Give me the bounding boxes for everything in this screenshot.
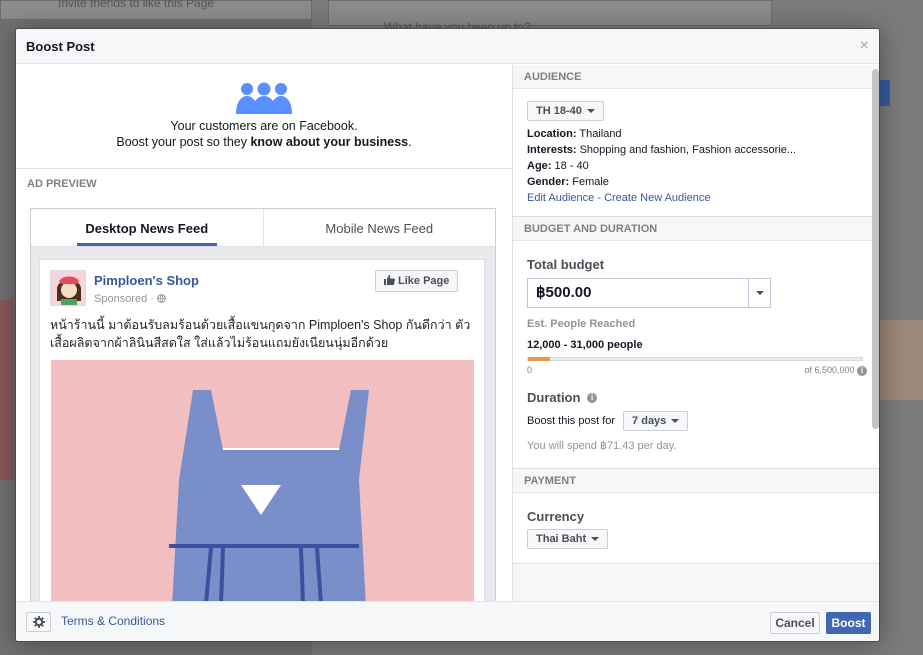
interests-key: Interests: bbox=[527, 144, 577, 156]
hero-line-1: Your customers are on Facebook. bbox=[170, 119, 358, 133]
age-key: Age: bbox=[527, 160, 552, 172]
sponsored-label: Sponsored · bbox=[94, 293, 166, 305]
duration-dropdown[interactable]: 7 days bbox=[623, 410, 689, 431]
reach-value: 12,000 - 31,000 people bbox=[527, 339, 643, 351]
thumbs-up-icon bbox=[384, 275, 395, 285]
post-image bbox=[51, 360, 474, 601]
hero-banner: Your customers are on Facebook. Boost yo… bbox=[16, 65, 512, 169]
audience-gender: Gender: Female bbox=[527, 174, 865, 190]
dialog-footer: Terms & Conditions Cancel Boost bbox=[16, 601, 879, 641]
post-text: หน้าร้านนี้ มาต้อนรับลมร้อนด้วยเสื้อแขนก… bbox=[50, 318, 471, 350]
reach-range-min: 0 bbox=[527, 365, 533, 375]
background-left-image bbox=[0, 300, 14, 480]
location-key: Location: bbox=[527, 128, 577, 140]
hero-line-2-suffix: . bbox=[408, 135, 412, 149]
audience-links: Edit Audience - Create New Audience bbox=[527, 190, 865, 206]
post-preview: Pimploen's Shop Sponsored · Like Page หน… bbox=[39, 259, 485, 601]
ad-preview-label: AD PREVIEW bbox=[27, 178, 97, 190]
currency-dropdown[interactable]: Thai Baht bbox=[527, 528, 609, 549]
audience-dropdown[interactable]: TH 18-40 bbox=[527, 101, 604, 121]
audience-link-separator: - bbox=[594, 192, 605, 204]
like-page-button[interactable]: Like Page bbox=[375, 270, 459, 292]
background-invite-text: Invite friends to like this Page bbox=[58, 0, 215, 10]
chevron-down-icon bbox=[591, 536, 600, 541]
total-budget-field[interactable]: ฿500.00 bbox=[527, 278, 771, 308]
currency-dropdown-label: Thai Baht bbox=[536, 532, 587, 545]
gender-key: Gender: bbox=[527, 176, 570, 188]
left-pane: Your customers are on Facebook. Boost yo… bbox=[16, 65, 513, 601]
gender-value: Female bbox=[572, 176, 609, 188]
hero-line-2-bold: know about your business bbox=[250, 135, 409, 149]
audience-section: AUDIENCE TH 18-40 Location: Thailand Int… bbox=[513, 65, 879, 217]
reach-label: Est. People Reached bbox=[527, 318, 636, 330]
chevron-down-icon bbox=[671, 418, 680, 423]
total-budget-label: Total budget bbox=[527, 257, 605, 272]
tab-mobile-news-feed[interactable]: Mobile News Feed bbox=[262, 209, 496, 246]
dialog-body: Your customers are on Facebook. Boost yo… bbox=[16, 65, 879, 601]
info-icon[interactable]: i bbox=[857, 365, 867, 376]
audience-label: AUDIENCE bbox=[513, 65, 879, 89]
dialog-header: Boost Post × bbox=[16, 29, 879, 64]
hero-line-2-prefix: Boost your post so they bbox=[116, 135, 251, 149]
audience-interests: Interests: Shopping and fashion, Fashion… bbox=[527, 142, 865, 158]
right-pane: AUDIENCE TH 18-40 Location: Thailand Int… bbox=[513, 65, 879, 601]
reach-range-max-wrap: of 6,500,000 i bbox=[804, 365, 867, 376]
close-icon[interactable]: × bbox=[860, 37, 869, 55]
dialog-title: Boost Post bbox=[26, 38, 95, 54]
globe-icon bbox=[157, 294, 166, 303]
tab-desktop-news-feed[interactable]: Desktop News Feed bbox=[31, 209, 263, 246]
payment-section: PAYMENT Currency Thai Baht bbox=[513, 468, 879, 564]
daily-spend-note: You will spend ฿71.43 per day. bbox=[527, 439, 677, 452]
background-avatar bbox=[880, 320, 923, 400]
ad-preview-box: Desktop News Feed Mobile News Feed Pimpl… bbox=[30, 208, 496, 601]
scrollbar-thumb[interactable] bbox=[872, 69, 879, 429]
customers-icon bbox=[236, 82, 292, 114]
terms-link[interactable]: Terms & Conditions bbox=[61, 614, 165, 628]
boost-post-dialog: Boost Post × Your customers are on Faceb… bbox=[15, 28, 880, 642]
hero-line-2: Boost your post so they know about your … bbox=[16, 134, 512, 150]
budget-label: BUDGET AND DURATION bbox=[513, 217, 879, 241]
budget-dropdown-button[interactable] bbox=[748, 279, 770, 307]
reach-range-max: of 6,500,000 bbox=[804, 365, 855, 375]
info-icon[interactable]: i bbox=[587, 393, 598, 404]
age-value: 18 - 40 bbox=[554, 160, 589, 172]
gear-icon bbox=[32, 616, 45, 628]
create-audience-link[interactable]: Create New Audience bbox=[604, 192, 710, 204]
duration-row: Duration i bbox=[527, 390, 865, 405]
total-budget-value: ฿500.00 bbox=[536, 284, 592, 301]
page-name-link[interactable]: Pimploen's Shop bbox=[94, 273, 199, 288]
budget-section: BUDGET AND DURATION Total budget ฿500.00… bbox=[513, 217, 879, 469]
scrollbar[interactable] bbox=[871, 67, 879, 601]
chevron-down-icon bbox=[755, 291, 764, 295]
payment-label: PAYMENT bbox=[513, 468, 879, 493]
preview-tabs: Desktop News Feed Mobile News Feed bbox=[31, 209, 495, 247]
edit-audience-link[interactable]: Edit Audience bbox=[527, 192, 594, 204]
currency-label: Currency bbox=[527, 508, 585, 524]
background-button bbox=[880, 80, 890, 106]
boost-button[interactable]: Boost bbox=[826, 612, 871, 634]
reach-range-fill bbox=[528, 357, 550, 361]
interests-value: Shopping and fashion, Fashion accessorie… bbox=[579, 144, 797, 156]
reach-range-bar bbox=[527, 357, 863, 361]
sponsored-text: Sponsored · bbox=[94, 293, 157, 305]
location-value: Thailand bbox=[579, 128, 622, 140]
cancel-button[interactable]: Cancel bbox=[770, 612, 820, 634]
audience-location: Location: Thailand bbox=[527, 126, 865, 142]
boost-duration-row: Boost this post for 7 days bbox=[527, 410, 865, 431]
duration-label: Duration bbox=[527, 389, 581, 405]
like-page-label: Like Page bbox=[398, 275, 450, 287]
audience-dropdown-label: TH 18-40 bbox=[536, 105, 582, 117]
reach-range-labels: 0 of 6,500,000 i bbox=[527, 365, 867, 376]
duration-dropdown-label: 7 days bbox=[632, 414, 667, 427]
audience-age: Age: 18 - 40 bbox=[527, 158, 865, 174]
page-avatar bbox=[50, 270, 86, 306]
settings-button[interactable] bbox=[26, 612, 51, 632]
chevron-down-icon bbox=[586, 109, 595, 114]
boost-for-label: Boost this post for bbox=[527, 414, 616, 427]
